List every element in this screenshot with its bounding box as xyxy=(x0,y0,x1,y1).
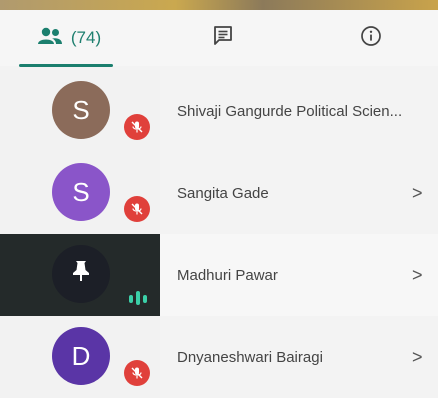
pin-icon xyxy=(70,259,92,290)
participant-row[interactable]: D Dnyaneshwari Bairagi > xyxy=(0,316,438,398)
chevron-right-icon[interactable]: > xyxy=(412,316,423,398)
mic-off-icon xyxy=(124,360,150,386)
mic-off-icon xyxy=(124,114,150,140)
chevron-right-icon[interactable]: > xyxy=(412,234,423,316)
video-strip xyxy=(0,0,438,10)
tab-chat[interactable] xyxy=(178,10,268,66)
tab-info[interactable] xyxy=(326,10,416,66)
people-count: (74) xyxy=(70,28,102,47)
audio-level-icon xyxy=(126,290,152,306)
mic-off-icon xyxy=(124,196,150,222)
tab-bar: (74) xyxy=(0,10,438,67)
people-icon xyxy=(37,27,63,50)
participant-name: Madhuri Pawar xyxy=(177,266,278,284)
avatar: D xyxy=(52,327,110,385)
participant-row[interactable]: Madhuri Pawar > xyxy=(0,234,438,316)
avatar: S xyxy=(52,163,110,221)
info-icon xyxy=(360,25,382,52)
participant-name: Dnyaneshwari Bairagi xyxy=(177,348,323,366)
avatar xyxy=(52,245,110,303)
active-tab-indicator xyxy=(19,64,113,67)
participant-name: Shivaji Gangurde Political Scien... xyxy=(177,102,403,120)
avatar: S xyxy=(52,81,110,139)
chevron-right-icon[interactable]: > xyxy=(412,152,423,234)
chat-icon xyxy=(212,25,234,52)
tab-people[interactable]: (74) xyxy=(14,10,124,66)
participant-row[interactable]: S Sangita Gade > xyxy=(0,152,438,234)
participant-row[interactable]: S Shivaji Gangurde Political Scien... xyxy=(0,70,438,152)
participant-name: Sangita Gade xyxy=(177,184,269,202)
